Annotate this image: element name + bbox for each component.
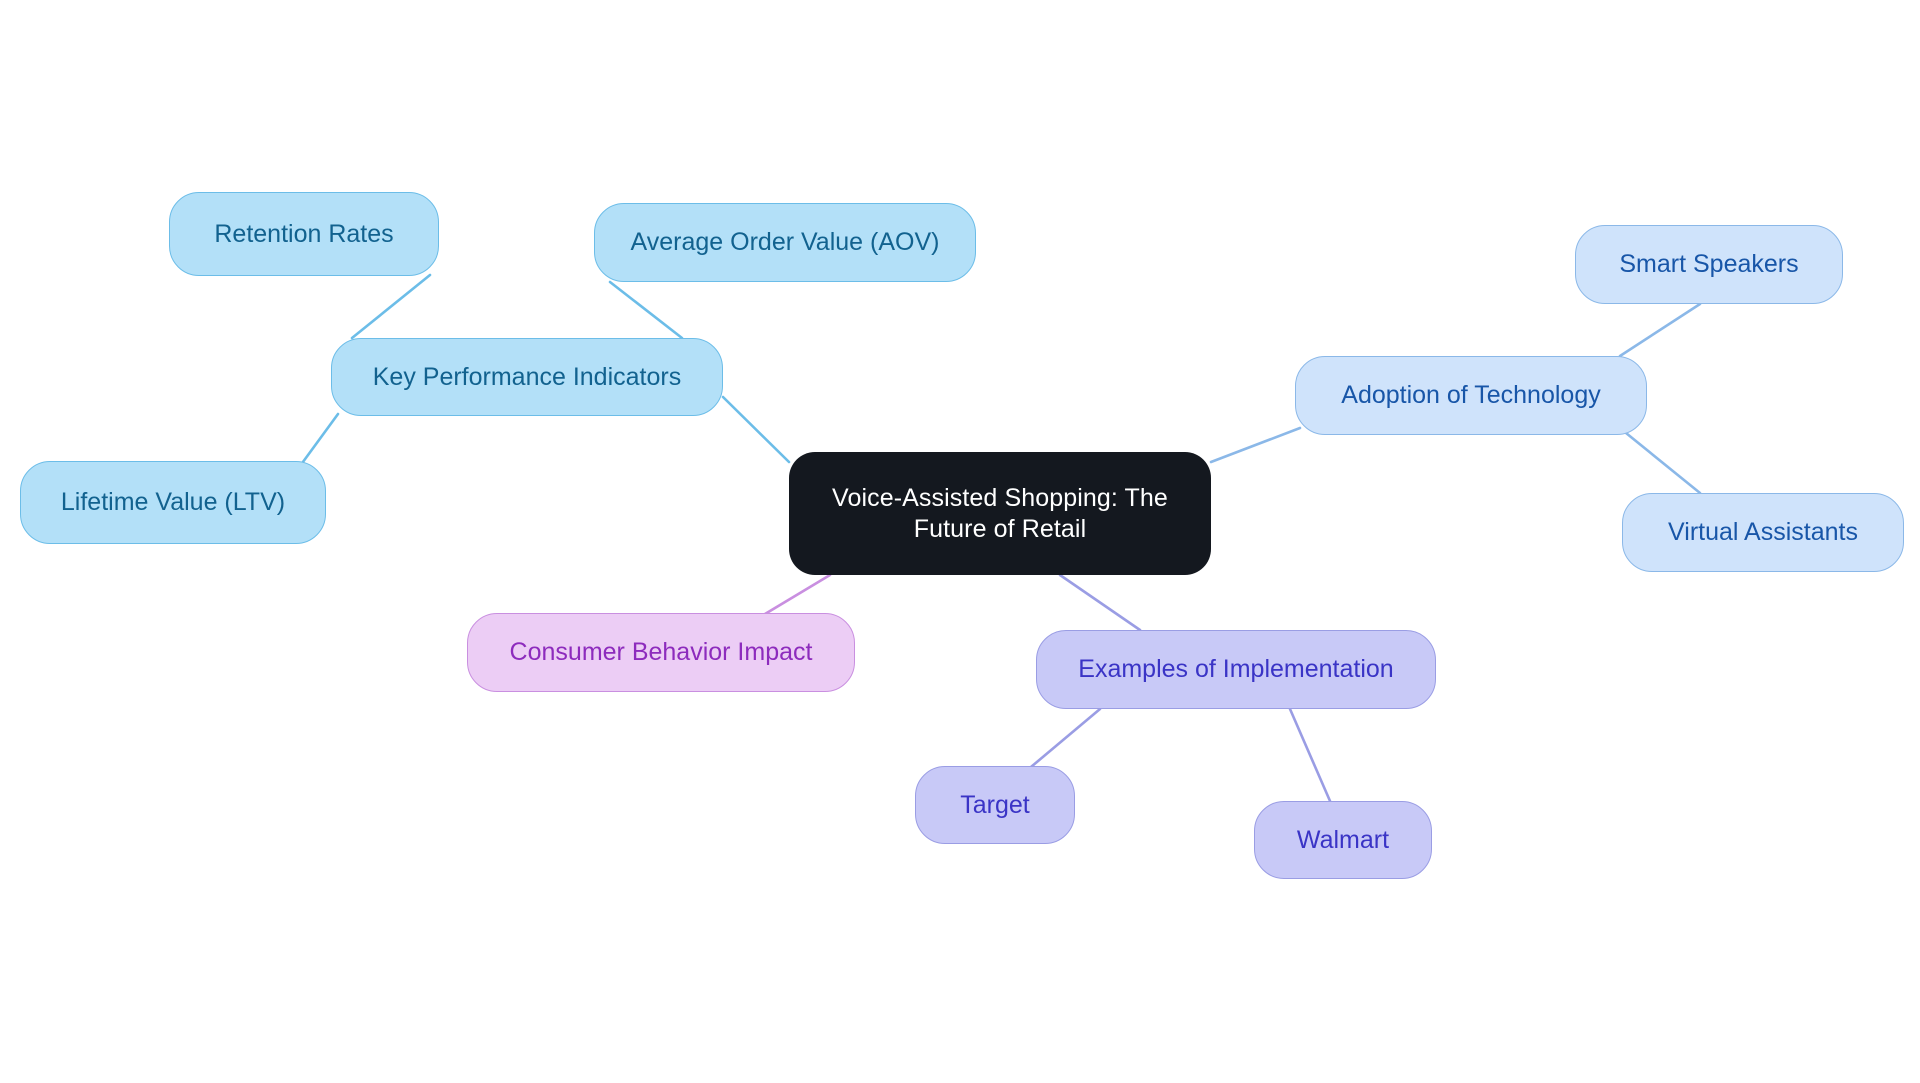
- root-to-kpi: [721, 395, 791, 464]
- kpi-to-aov: [608, 280, 684, 340]
- examples-to-target: [1023, 707, 1102, 774]
- node-smart-speakers[interactable]: Smart Speakers: [1575, 225, 1843, 304]
- examples-to-walmart: [1288, 707, 1332, 803]
- node-lifetime-value[interactable]: Lifetime Value (LTV): [20, 461, 326, 544]
- node-target[interactable]: Target: [915, 766, 1075, 844]
- node-walmart[interactable]: Walmart: [1254, 801, 1432, 879]
- root-to-adoption: [1209, 426, 1302, 464]
- node-root[interactable]: Voice-Assisted Shopping: The Future of R…: [789, 452, 1211, 575]
- kpi-to-retention: [350, 273, 432, 340]
- adoption-to-virtual: [1624, 431, 1702, 495]
- node-retention-rates[interactable]: Retention Rates: [169, 192, 439, 276]
- mindmap-canvas: Voice-Assisted Shopping: The Future of R…: [0, 0, 1920, 1083]
- node-adoption-of-technology[interactable]: Adoption of Technology: [1295, 356, 1647, 435]
- node-consumer-behavior-impact[interactable]: Consumer Behavior Impact: [467, 613, 855, 692]
- node-virtual-assistants[interactable]: Virtual Assistants: [1622, 493, 1904, 572]
- node-key-performance-indicators[interactable]: Key Performance Indicators: [331, 338, 723, 416]
- root-to-consumer: [758, 573, 832, 619]
- node-average-order-value[interactable]: Average Order Value (AOV): [594, 203, 976, 282]
- root-to-examples: [1058, 573, 1142, 632]
- node-examples-of-implementation[interactable]: Examples of Implementation: [1036, 630, 1436, 709]
- kpi-to-ltv: [298, 412, 340, 468]
- adoption-to-smart: [1618, 302, 1702, 358]
